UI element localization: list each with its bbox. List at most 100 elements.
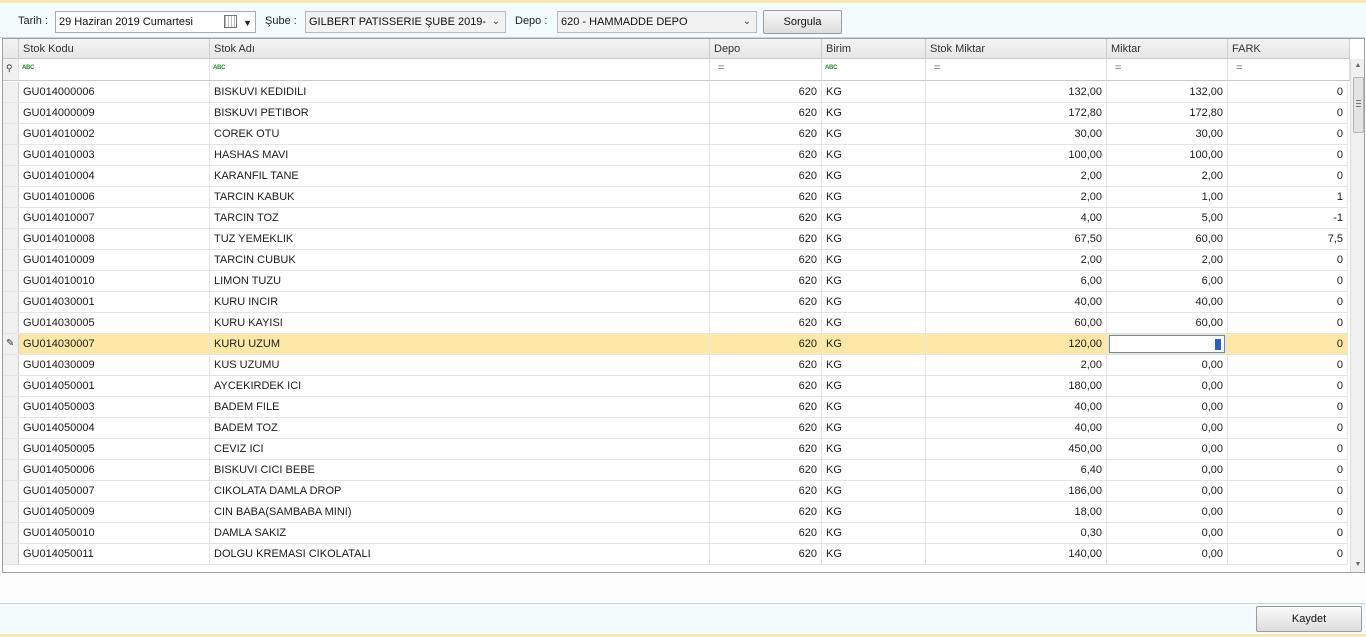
cell-miktar[interactable]: 6,00 bbox=[1107, 271, 1228, 291]
table-row[interactable]: ✎ GU014030007 KURU UZUM 620 KG 120,00 0 bbox=[3, 334, 1348, 355]
row-indicator[interactable] bbox=[3, 103, 19, 123]
row-indicator[interactable] bbox=[3, 124, 19, 144]
row-indicator[interactable] bbox=[3, 166, 19, 186]
cell-miktar[interactable]: 1,00 bbox=[1107, 187, 1228, 207]
row-indicator[interactable] bbox=[3, 376, 19, 396]
filter-fark[interactable]: = bbox=[1228, 59, 1350, 80]
cell-miktar[interactable]: 60,00 bbox=[1107, 229, 1228, 249]
cell-miktar[interactable]: 0,00 bbox=[1107, 397, 1228, 417]
row-indicator[interactable] bbox=[3, 418, 19, 438]
row-indicator[interactable] bbox=[3, 523, 19, 543]
vertical-scrollbar[interactable]: ▲ ▼ bbox=[1350, 59, 1364, 572]
row-indicator[interactable] bbox=[3, 292, 19, 312]
scroll-up-arrow-icon[interactable]: ▲ bbox=[1351, 59, 1364, 73]
table-row[interactable]: GU014050005 CEVIZ ICI 620 KG 450,00 0,00 0 bbox=[3, 439, 1348, 460]
table-row[interactable]: GU014050011 DOLGU KREMASI CIKOLATALI 620 KG… bbox=[3, 544, 1348, 565]
equals-filter-icon[interactable]: = bbox=[1115, 63, 1121, 74]
text-filter-icon[interactable]: ABC bbox=[22, 65, 34, 71]
row-indicator[interactable] bbox=[3, 502, 19, 522]
row-indicator[interactable] bbox=[3, 229, 19, 249]
text-filter-icon[interactable]: ABC bbox=[213, 65, 225, 71]
col-header-fark[interactable]: FARK bbox=[1228, 39, 1350, 59]
sorgula-button[interactable]: Sorgula bbox=[763, 10, 842, 34]
table-row[interactable]: GU014010007 TARCIN TOZ 620 KG 4,00 5,00 -1 bbox=[3, 208, 1348, 229]
calendar-icon[interactable] bbox=[224, 15, 237, 28]
col-header-birim[interactable]: Birim bbox=[822, 39, 926, 59]
cell-miktar[interactable]: 0,00 bbox=[1107, 502, 1228, 522]
cell-miktar[interactable]: 5,00 bbox=[1107, 208, 1228, 228]
row-indicator[interactable] bbox=[3, 439, 19, 459]
filter-miktar[interactable]: = bbox=[1107, 59, 1228, 80]
miktar-edit-input[interactable] bbox=[1109, 335, 1225, 353]
table-row[interactable]: GU014010002 COREK OTU 620 KG 30,00 30,00 0 bbox=[3, 124, 1348, 145]
table-row[interactable]: GU014050003 BADEM FILE 620 KG 40,00 0,00 0 bbox=[3, 397, 1348, 418]
cell-miktar[interactable]: 0,00 bbox=[1107, 481, 1228, 501]
row-indicator[interactable] bbox=[3, 397, 19, 417]
col-header-depo[interactable]: Depo bbox=[710, 39, 822, 59]
filter-birim[interactable]: ABC bbox=[822, 59, 926, 80]
dropdown-arrow-icon[interactable]: ▼ bbox=[243, 13, 252, 32]
table-row[interactable]: GU014000006 BISKUVI KEDIDILI 620 KG 132,00 13… bbox=[3, 82, 1348, 103]
text-filter-icon[interactable]: ABC bbox=[825, 65, 837, 71]
table-row[interactable]: GU014010009 TARCIN CUBUK 620 KG 2,00 2,00 0 bbox=[3, 250, 1348, 271]
tarih-date-picker[interactable]: 29 Haziran 2019 Cumartesi ▼ bbox=[55, 11, 256, 33]
col-header-stok-miktar[interactable]: Stok Miktar bbox=[926, 39, 1107, 59]
cell-miktar[interactable]: 172,80 bbox=[1107, 103, 1228, 123]
row-indicator[interactable] bbox=[3, 208, 19, 228]
filter-stok-miktar[interactable]: = bbox=[926, 59, 1107, 80]
cell-miktar[interactable]: 0,00 bbox=[1107, 418, 1228, 438]
table-row[interactable]: GU014030001 KURU INCIR 620 KG 40,00 40,00 0 bbox=[3, 292, 1348, 313]
cell-miktar[interactable]: 40,00 bbox=[1107, 292, 1228, 312]
equals-filter-icon[interactable]: = bbox=[934, 63, 940, 74]
cell-miktar[interactable]: 2,00 bbox=[1107, 250, 1228, 270]
row-indicator[interactable] bbox=[3, 145, 19, 165]
table-row[interactable]: GU014030009 KUS UZUMU 620 KG 2,00 0,00 0 bbox=[3, 355, 1348, 376]
row-indicator[interactable] bbox=[3, 250, 19, 270]
table-row[interactable]: GU014030005 KURU KAYISI 620 KG 60,00 60,00 0 bbox=[3, 313, 1348, 334]
row-indicator[interactable] bbox=[3, 481, 19, 501]
cell-miktar[interactable]: 2,00 bbox=[1107, 166, 1228, 186]
table-row[interactable]: GU014010006 TARCIN KABUK 620 KG 2,00 1,00 1 bbox=[3, 187, 1348, 208]
scroll-down-arrow-icon[interactable]: ▼ bbox=[1351, 558, 1364, 572]
cell-miktar[interactable]: 0,00 bbox=[1107, 355, 1228, 375]
table-row[interactable]: GU014010010 LIMON TUZU 620 KG 6,00 6,00 0 bbox=[3, 271, 1348, 292]
chevron-down-icon[interactable]: ⌄ bbox=[487, 12, 505, 32]
cell-miktar[interactable]: 132,00 bbox=[1107, 82, 1228, 102]
table-row[interactable]: GU014000009 BISKUVI PETIBOR 620 KG 172,80 172… bbox=[3, 103, 1348, 124]
filter-stok-kodu[interactable]: ABC bbox=[19, 59, 210, 80]
chevron-down-icon[interactable]: ⌄ bbox=[738, 12, 756, 32]
depo-select[interactable]: 620 - HAMMADDE DEPO ⌄ bbox=[557, 11, 757, 33]
cell-miktar[interactable]: 30,00 bbox=[1107, 124, 1228, 144]
cell-miktar[interactable]: 100,00 bbox=[1107, 145, 1228, 165]
filter-stok-adi[interactable]: ABC bbox=[210, 59, 710, 80]
row-indicator[interactable]: ✎ bbox=[3, 334, 19, 354]
equals-filter-icon[interactable]: = bbox=[718, 63, 724, 74]
cell-miktar[interactable]: 0,00 bbox=[1107, 376, 1228, 396]
row-indicator[interactable] bbox=[3, 187, 19, 207]
equals-filter-icon[interactable]: = bbox=[1236, 63, 1242, 74]
cell-miktar[interactable]: 0,00 bbox=[1107, 460, 1228, 480]
table-row[interactable]: GU014010004 KARANFIL TANE 620 KG 2,00 2,00 0 bbox=[3, 166, 1348, 187]
table-row[interactable]: GU014050001 AYCEKIRDEK ICI 620 KG 180,00 0,00… bbox=[3, 376, 1348, 397]
sube-select[interactable]: GILBERT PATISSERIE ŞUBE 2019- ⌄ bbox=[305, 11, 506, 33]
col-header-stok-kodu[interactable]: Stok Kodu bbox=[19, 39, 210, 59]
table-row[interactable]: GU014050010 DAMLA SAKIZ 620 KG 0,30 0,00 0 bbox=[3, 523, 1348, 544]
table-row[interactable]: GU014010008 TUZ YEMEKLIK 620 KG 67,50 60,00 7,… bbox=[3, 229, 1348, 250]
row-indicator[interactable] bbox=[3, 82, 19, 102]
table-row[interactable]: GU014050004 BADEM TOZ 620 KG 40,00 0,00 0 bbox=[3, 418, 1348, 439]
cell-miktar[interactable]: 0,00 bbox=[1107, 544, 1228, 564]
kaydet-button[interactable]: Kaydet bbox=[1256, 606, 1362, 632]
cell-miktar[interactable]: 0,00 bbox=[1107, 439, 1228, 459]
row-indicator[interactable] bbox=[3, 460, 19, 480]
row-indicator[interactable] bbox=[3, 271, 19, 291]
scroll-thumb[interactable] bbox=[1353, 77, 1364, 133]
table-row[interactable]: GU014050006 BISKUVI CICI BEBE 620 KG 6,40 0,0… bbox=[3, 460, 1348, 481]
table-row[interactable]: GU014050007 CIKOLATA DAMLA DROP 620 KG 186,0… bbox=[3, 481, 1348, 502]
filter-depo[interactable]: = bbox=[710, 59, 822, 80]
table-row[interactable]: GU014050009 CIN BABA(SAMBABA MINI) 620 KG 18… bbox=[3, 502, 1348, 523]
row-indicator[interactable] bbox=[3, 544, 19, 564]
col-header-stok-adi[interactable]: Stok Adı bbox=[210, 39, 710, 59]
table-row[interactable]: GU014010003 HASHAS MAVI 620 KG 100,00 100,00 0 bbox=[3, 145, 1348, 166]
col-header-miktar[interactable]: Miktar bbox=[1107, 39, 1228, 59]
cell-miktar[interactable]: 0,00 bbox=[1107, 523, 1228, 543]
